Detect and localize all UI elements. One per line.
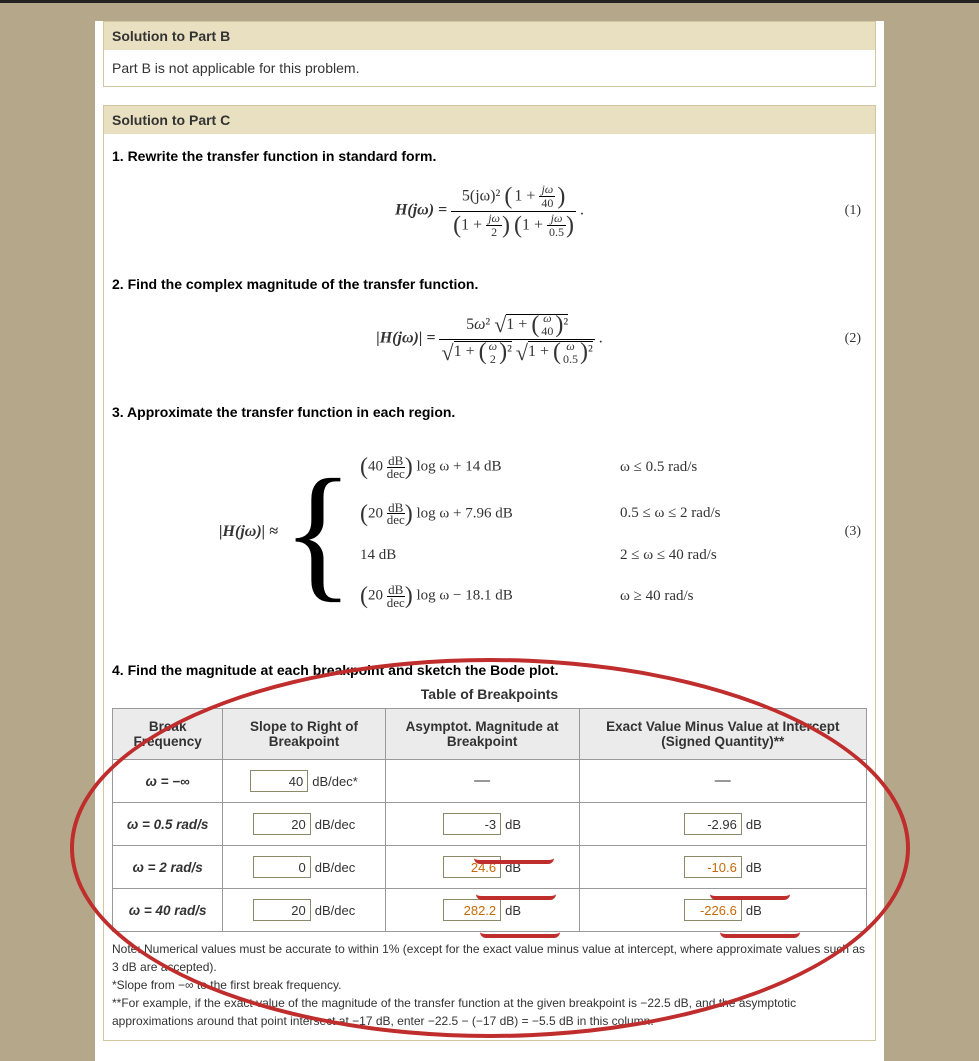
brace-icon: { (282, 472, 354, 592)
diff-input[interactable]: -2.96 (684, 813, 742, 835)
step-3-heading: 3. Approximate the transfer function in … (112, 404, 867, 420)
part-b-body: Part B is not applicable for this proble… (104, 50, 875, 86)
bp-slope-cell: 20 dB/dec (223, 889, 385, 932)
bp-slope-cell: 40 dB/dec* (223, 760, 385, 803)
col-diff: Exact Value Minus Value at Intercept (Si… (579, 709, 866, 760)
bp-diff-cell: -2.96 dB (579, 803, 866, 846)
asym-input[interactable]: 282.2 (443, 899, 501, 921)
col-asym: Asymptot. Magnitude at Breakpoint (385, 709, 579, 760)
dash-icon: — (474, 772, 490, 789)
piecewise-line: (20 dBdec) log ω − 18.1 dB ω ≥ 40 rad/s (360, 583, 760, 609)
asym-unit: dB (505, 817, 521, 832)
part-c-body: 1. Rewrite the transfer function in stan… (104, 134, 875, 1040)
col-slope: Slope to Right of Breakpoint (223, 709, 385, 760)
piecewise-expr: (20 dBdec) log ω + 7.96 dB (360, 501, 560, 527)
equation-2: |H(jω)| = 5ω² √1 + (ω40)² √1 + (ω2)² √1 … (112, 304, 867, 374)
eq-number-1: (1) (845, 203, 861, 219)
slope-unit: dB/dec (315, 860, 355, 875)
asym-unit: dB (505, 903, 521, 918)
piecewise-cond: ω ≥ 40 rad/s (620, 588, 760, 605)
eq-approx-lhs: |H(jω)| ≈ (219, 523, 278, 541)
part-c-header: Solution to Part C (104, 106, 875, 134)
asym-input[interactable]: -3 (443, 813, 501, 835)
eq-number-2: (2) (845, 331, 861, 347)
col-break-freq: Break Frequency (113, 709, 223, 760)
piecewise-line: (40 dBdec) log ω + 14 dB ω ≤ 0.5 rad/s (360, 454, 760, 480)
part-c-box: Solution to Part C 1. Rewrite the transf… (103, 105, 876, 1041)
bp-diff-cell: — (579, 760, 866, 803)
bp-freq: ω = 2 rad/s (113, 846, 223, 889)
footnote-1: Note: Numerical values must be accurate … (112, 940, 867, 976)
annotation-underline (476, 888, 556, 900)
diff-unit: dB (746, 903, 762, 918)
bp-diff-cell: -10.6 dB (579, 846, 866, 889)
equation-3: |H(jω)| ≈ { (40 dBdec) log ω + 14 dB ω ≤ … (112, 432, 867, 632)
bp-slope-cell: 20 dB/dec (223, 803, 385, 846)
piecewise-expr: (20 dBdec) log ω − 18.1 dB (360, 583, 560, 609)
bp-slope-cell: 0 dB/dec (223, 846, 385, 889)
dash-icon: — (715, 772, 731, 789)
content-area: Solution to Part B Part B is not applica… (95, 21, 884, 1061)
table-row: ω = −∞ 40 dB/dec* — — (113, 760, 867, 803)
part-b-box: Solution to Part B Part B is not applica… (103, 21, 876, 87)
equation-1: H(jω) = 5(jω)² (1 + jω40) (1 + jω2) (1 +… (112, 176, 867, 246)
bp-asym-cell: — (385, 760, 579, 803)
annotation-underline (710, 888, 790, 900)
diff-unit: dB (746, 817, 762, 832)
diff-input[interactable]: -226.6 (684, 899, 742, 921)
annotation-underline (720, 926, 800, 938)
annotation-underline (474, 852, 554, 864)
bp-asym-cell: -3 dB (385, 803, 579, 846)
topbar (0, 0, 979, 3)
slope-input[interactable]: 20 (253, 899, 311, 921)
eq-number-3: (3) (845, 524, 861, 540)
slope-unit: dB/dec (315, 903, 355, 918)
piecewise-cond: 0.5 ≤ ω ≤ 2 rad/s (620, 505, 760, 522)
part-b-header: Solution to Part B (104, 22, 875, 50)
footnote-2: *Slope from −∞ to the first break freque… (112, 976, 867, 994)
annotation-underline (480, 926, 560, 938)
piecewise-line: 14 dB 2 ≤ ω ≤ 40 rad/s (360, 547, 760, 564)
piecewise-cond: 2 ≤ ω ≤ 40 rad/s (620, 547, 760, 564)
step-1-heading: 1. Rewrite the transfer function in stan… (112, 148, 867, 164)
eq1-num-left: 5(jω)² (462, 187, 500, 204)
piecewise-expr: 14 dB (360, 547, 560, 564)
table-row: ω = 0.5 rad/s 20 dB/dec -3 dB -2.96 dB (113, 803, 867, 846)
eq-mag-lhs: |H(jω)| = (376, 330, 439, 347)
bp-freq: ω = 0.5 rad/s (113, 803, 223, 846)
footnotes: Note: Numerical values must be accurate … (112, 940, 867, 1030)
piecewise-cond: ω ≤ 0.5 rad/s (620, 459, 760, 476)
piecewise-line: (20 dBdec) log ω + 7.96 dB 0.5 ≤ ω ≤ 2 ra… (360, 501, 760, 527)
page-container: Solution to Part B Part B is not applica… (0, 0, 979, 1061)
bp-freq: ω = 40 rad/s (113, 889, 223, 932)
piecewise-expr: (40 dBdec) log ω + 14 dB (360, 454, 560, 480)
eq-lhs: H(jω) = (395, 202, 451, 219)
step-2-heading: 2. Find the complex magnitude of the tra… (112, 276, 867, 292)
table-caption: Table of Breakpoints (112, 686, 867, 702)
footnote-3: **For example, if the exact value of the… (112, 994, 867, 1030)
slope-unit: dB/dec* (312, 774, 358, 789)
diff-unit: dB (746, 860, 762, 875)
bp-freq: ω = −∞ (113, 760, 223, 803)
step-4-heading: 4. Find the magnitude at each breakpoint… (112, 662, 867, 678)
slope-unit: dB/dec (315, 817, 355, 832)
slope-input[interactable]: 0 (253, 856, 311, 878)
slope-input[interactable]: 40 (250, 770, 308, 792)
slope-input[interactable]: 20 (253, 813, 311, 835)
diff-input[interactable]: -10.6 (684, 856, 742, 878)
